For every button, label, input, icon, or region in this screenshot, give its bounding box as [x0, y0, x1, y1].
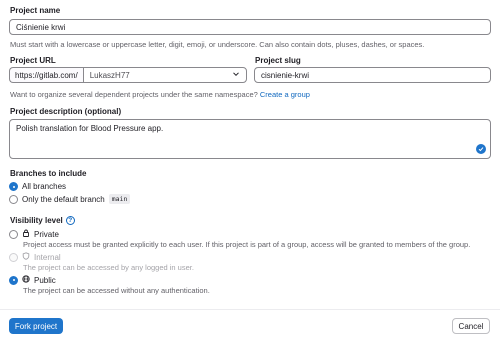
internal-title: Internal [34, 252, 61, 262]
visibility-option-internal: Internal [9, 252, 61, 262]
description-textarea[interactable]: Polish translation for Blood Pressure ap… [9, 119, 491, 159]
project-url-label: Project URL [10, 56, 56, 65]
public-desc: The project can be accessed without any … [23, 286, 210, 295]
radio-public[interactable] [9, 275, 18, 285]
project-url-prefix: https://gitlab.com/ [9, 67, 83, 83]
check-circle-icon [476, 144, 486, 154]
project-name-label: Project name [10, 6, 61, 15]
radio-private[interactable] [9, 229, 18, 239]
description-label: Project description (optional) [10, 107, 122, 116]
namespace-help-text: Want to organize several dependent proje… [10, 90, 258, 99]
branch-option-default[interactable]: Only the default branch main [9, 194, 131, 204]
project-slug-value: cisnienie-krwi [261, 70, 310, 80]
cancel-button[interactable]: Cancel [452, 318, 490, 334]
radio-internal [9, 252, 18, 262]
project-slug-input[interactable]: cisnienie-krwi [254, 67, 491, 83]
earth-icon [22, 275, 30, 285]
help-icon[interactable]: ? [65, 216, 75, 225]
branch-option-all-label: All branches [22, 182, 67, 191]
description-value: Polish translation for Blood Pressure ap… [16, 124, 164, 133]
branch-option-default-label: Only the default branch [22, 194, 105, 204]
visibility-label-row: Visibility level ? [10, 216, 75, 225]
project-url-group: https://gitlab.com/ LukaszH77 [9, 67, 247, 83]
namespace-help: Want to organize several dependent proje… [10, 90, 310, 99]
chevron-down-icon [232, 70, 240, 80]
project-name-input[interactable]: Ciśnienie krwi [9, 19, 491, 35]
private-title: Private [34, 229, 59, 239]
lock-icon [22, 229, 30, 239]
namespace-value: LukaszH77 [89, 70, 130, 80]
private-desc: Project access must be granted explicitl… [23, 240, 471, 249]
project-name-value: Ciśnienie krwi [16, 22, 66, 32]
visibility-label: Visibility level [10, 216, 63, 225]
create-group-link[interactable]: Create a group [260, 90, 310, 99]
footer-divider [0, 309, 500, 310]
visibility-option-private[interactable]: Private [9, 229, 59, 239]
default-branch-code: main [108, 194, 131, 204]
branch-option-all[interactable]: All branches [9, 182, 66, 191]
branches-label: Branches to include [10, 169, 87, 178]
radio-all-branches[interactable] [9, 182, 18, 191]
public-title: Public [34, 275, 56, 285]
visibility-option-public[interactable]: Public [9, 275, 56, 285]
namespace-select[interactable]: LukaszH77 [82, 67, 247, 83]
project-name-help: Must start with a lowercase or uppercase… [10, 40, 425, 49]
fork-project-button[interactable]: Fork project [9, 318, 63, 334]
shield-icon [22, 252, 30, 262]
internal-desc: The project can be accessed by any logge… [23, 263, 194, 272]
project-slug-label: Project slug [255, 56, 301, 65]
radio-default-branch[interactable] [9, 194, 18, 204]
